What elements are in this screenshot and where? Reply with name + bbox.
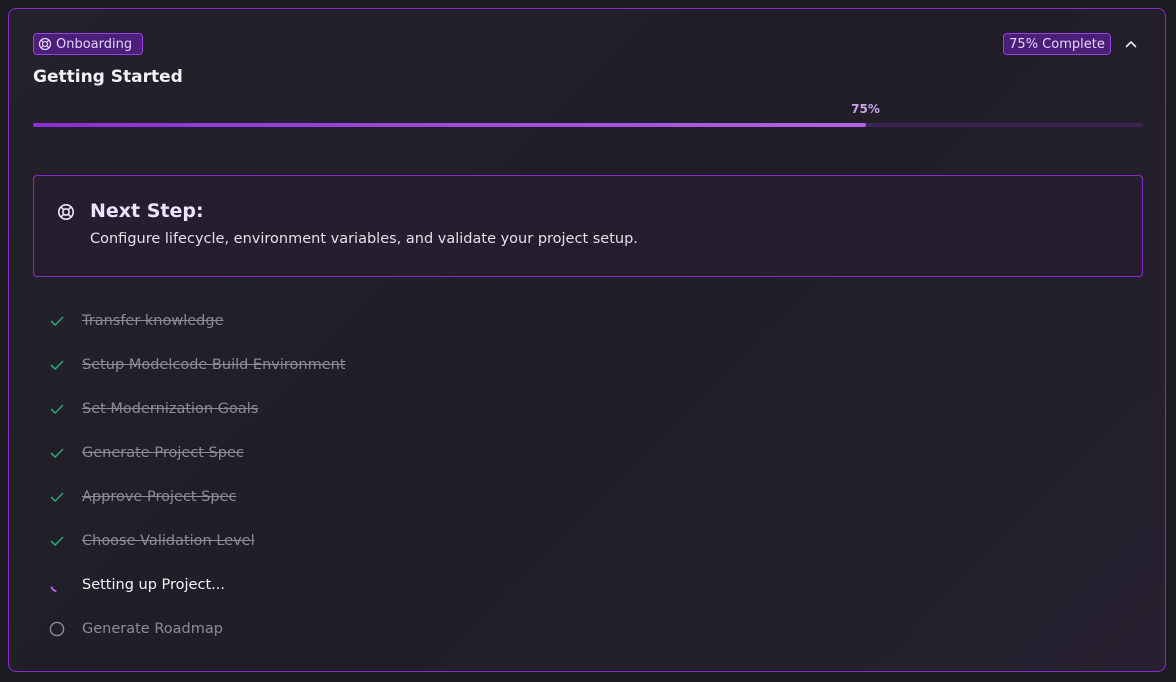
step-label: Setting up Project...	[82, 577, 225, 593]
check-icon	[45, 485, 69, 509]
step-label: Generate Roadmap	[82, 621, 223, 637]
collapse-button[interactable]	[1119, 35, 1143, 53]
step-label: Set Modernization Goals	[82, 401, 259, 417]
progress-percent-label: 75%	[851, 102, 880, 116]
check-icon	[45, 353, 69, 377]
circle-icon	[45, 617, 69, 641]
next-step-description: Configure lifecycle, environment variabl…	[90, 231, 638, 247]
onboarding-badge-label: Onboarding	[56, 36, 133, 52]
onboarding-steps-list: Transfer knowledge Setup Modelcode Build …	[45, 299, 645, 651]
next-step-panel: Next Step: Configure lifecycle, environm…	[33, 175, 1143, 277]
check-icon	[45, 441, 69, 465]
completion-badge: 75% Complete	[1003, 33, 1111, 55]
step-item[interactable]: Setting up Project...	[45, 563, 645, 607]
onboarding-card: Onboarding 75% Complete Getting Started …	[8, 8, 1166, 672]
step-label: Approve Project Spec	[82, 489, 237, 505]
step-item[interactable]: Set Modernization Goals	[45, 387, 645, 431]
onboarding-badge: Onboarding	[33, 33, 143, 55]
spinner-icon	[45, 573, 69, 597]
step-item[interactable]: Generate Project Spec	[45, 431, 645, 475]
progress-track	[33, 123, 1143, 127]
step-item[interactable]: Approve Project Spec	[45, 475, 645, 519]
progress-fill	[33, 123, 866, 127]
lifebuoy-icon	[38, 37, 52, 51]
step-item[interactable]: Generate Roadmap	[45, 607, 645, 651]
step-label: Choose Validation Level	[82, 533, 255, 549]
check-icon	[45, 529, 69, 553]
step-item[interactable]: Choose Validation Level	[45, 519, 645, 563]
step-label: Setup Modelcode Build Environment	[82, 357, 346, 373]
lifebuoy-icon	[58, 204, 74, 220]
next-step-title: Next Step:	[90, 200, 204, 222]
card-title: Getting Started	[33, 67, 183, 87]
step-label: Transfer knowledge	[82, 313, 224, 329]
step-item[interactable]: Transfer knowledge	[45, 299, 645, 343]
step-label: Generate Project Spec	[82, 445, 244, 461]
chevron-up-icon	[1125, 41, 1137, 48]
check-icon	[45, 397, 69, 421]
step-item[interactable]: Setup Modelcode Build Environment	[45, 343, 645, 387]
check-icon	[45, 309, 69, 333]
